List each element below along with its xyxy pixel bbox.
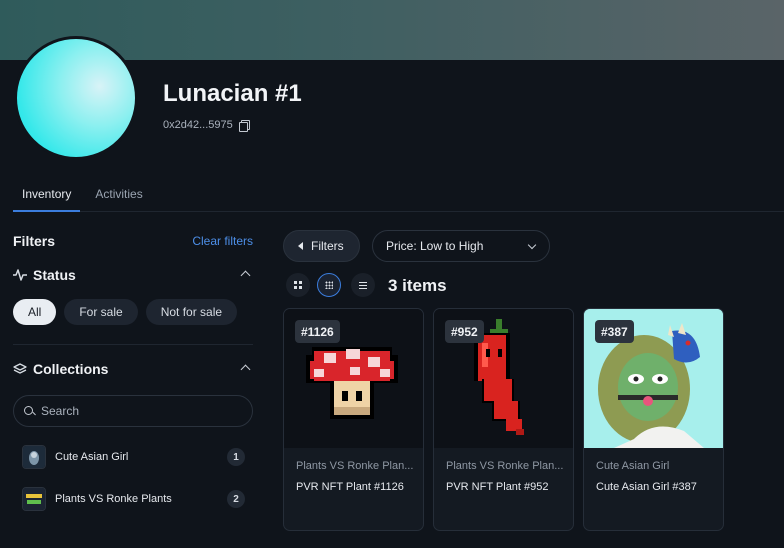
filters-button-label: Filters	[311, 239, 344, 253]
grid-small-icon	[325, 281, 333, 289]
collections-section-header[interactable]: Collections	[13, 361, 253, 377]
card-title: PVR NFT Plant #1126	[296, 481, 404, 493]
items-count: 3 items	[388, 276, 447, 295]
profile-tabs: Inventory Activities	[13, 178, 784, 212]
status-all-button[interactable]: All	[13, 299, 57, 325]
profile-banner	[0, 0, 784, 60]
status-section-header[interactable]: Status	[13, 267, 253, 283]
nft-image: #1126	[284, 309, 423, 448]
nft-card[interactable]: #1126 Plants VS Ronke Plan... PVR NFT Pl…	[283, 308, 424, 531]
collection-count-badge: 2	[227, 490, 245, 508]
tab-inventory[interactable]: Inventory	[13, 178, 81, 212]
collection-search-input[interactable]	[41, 404, 241, 418]
copy-icon[interactable]	[238, 119, 250, 132]
list-icon	[359, 281, 367, 289]
token-id-badge: #1126	[295, 320, 340, 343]
view-large-grid-button[interactable]	[286, 273, 310, 297]
sort-select-value: Price: Low to High	[386, 239, 484, 253]
collections-title: Collections	[33, 361, 109, 377]
collection-name: Cute Asian Girl	[55, 451, 129, 463]
collection-thumbnail	[22, 445, 46, 469]
card-collection-name: Plants VS Ronke Plan...	[296, 460, 414, 472]
nft-card[interactable]: #952 Plants VS Ronke Plan... PVR NFT Pla…	[433, 308, 574, 531]
nft-card[interactable]: #387 Cute Asian Girl Cute Asian Girl #38…	[583, 308, 724, 531]
layers-icon	[13, 362, 27, 374]
collection-item-cute-asian-girl[interactable]: Cute Asian Girl 1	[13, 445, 253, 469]
address-text: 0x2d42...5975	[163, 119, 233, 131]
view-list-button[interactable]	[351, 273, 375, 297]
tab-activities[interactable]: Activities	[86, 178, 151, 212]
chevron-up-icon	[240, 270, 251, 281]
activity-icon	[13, 269, 27, 281]
status-for-sale-button[interactable]: For sale	[64, 299, 138, 325]
chevron-up-icon	[240, 364, 251, 375]
collection-list: Cute Asian Girl 1 Plants VS Ronke Plants…	[13, 445, 253, 511]
card-title: Cute Asian Girl #387	[596, 481, 697, 493]
token-id-badge: #952	[445, 320, 484, 343]
status-not-for-sale-button[interactable]: Not for sale	[145, 299, 238, 325]
collection-thumbnail	[22, 487, 46, 511]
token-id-badge: #387	[595, 320, 634, 343]
caret-left-icon	[298, 242, 303, 250]
search-icon	[24, 405, 35, 417]
status-options: All For sale Not for sale	[13, 299, 253, 325]
divider	[13, 344, 253, 345]
wallet-address: 0x2d42...5975	[163, 119, 250, 132]
collection-name: Plants VS Ronke Plants	[55, 493, 172, 505]
chevron-down-icon	[527, 240, 537, 250]
grid-large-icon	[294, 281, 302, 289]
sort-select[interactable]: Price: Low to High	[372, 230, 550, 262]
avatar	[14, 36, 138, 160]
card-title: PVR NFT Plant #952	[446, 481, 549, 493]
nft-image: #952	[434, 309, 573, 448]
card-collection-name: Cute Asian Girl	[596, 460, 670, 472]
clear-filters-link[interactable]: Clear filters	[192, 234, 253, 248]
collection-item-plants-vs-ronke[interactable]: Plants VS Ronke Plants 2	[13, 487, 253, 511]
collection-count-badge: 1	[227, 448, 245, 466]
nft-image: #387	[584, 309, 723, 448]
filters-sidebar: Filters Clear filters Status All For sal…	[13, 226, 253, 511]
collection-search[interactable]	[13, 395, 253, 427]
filters-toggle-button[interactable]: Filters	[283, 230, 360, 262]
card-collection-name: Plants VS Ronke Plan...	[446, 460, 564, 472]
view-small-grid-button[interactable]	[317, 273, 341, 297]
status-title: Status	[33, 267, 76, 283]
profile-name: Lunacian #1	[163, 80, 302, 107]
